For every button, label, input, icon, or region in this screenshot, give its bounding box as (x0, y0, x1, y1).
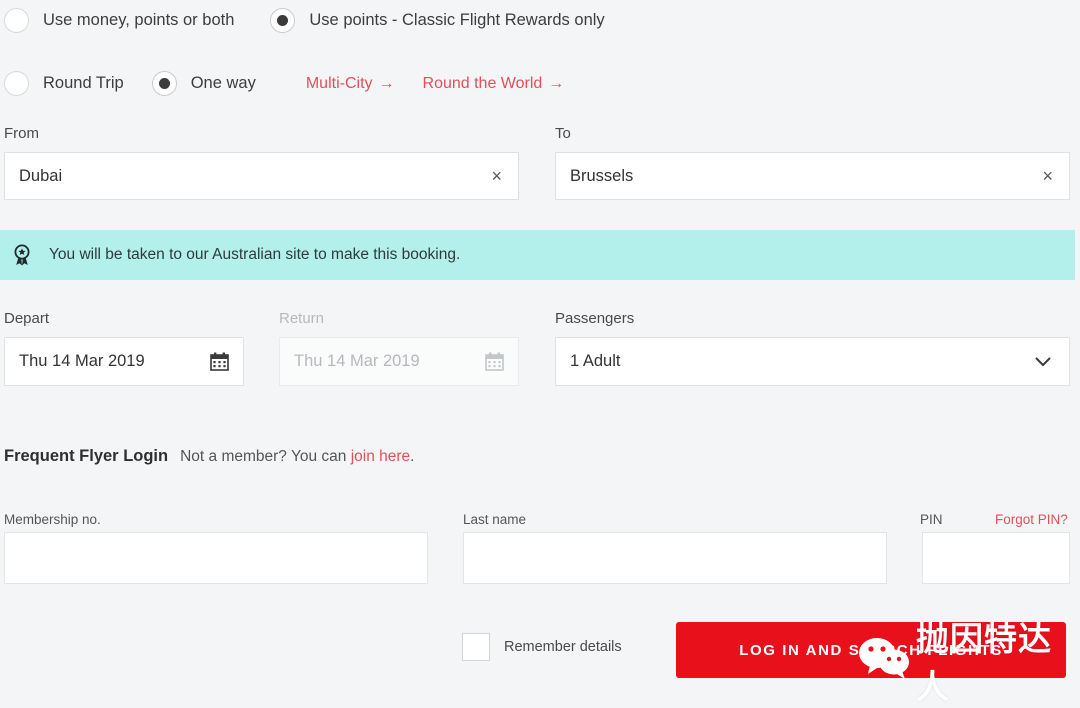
radio-circle-unselected[interactable] (4, 8, 29, 33)
radio-use-points-classic-only[interactable]: Use points - Classic Flight Rewards only (270, 8, 605, 33)
login-and-search-flights-button[interactable]: LOG IN AND SEARCH FLIGHTS (676, 622, 1066, 678)
return-label: Return (279, 310, 325, 327)
passengers-label: Passengers (555, 310, 635, 327)
chevron-down-icon[interactable] (1035, 357, 1069, 367)
from-field[interactable]: Dubai × (4, 152, 519, 200)
clear-icon[interactable]: × (1042, 167, 1069, 185)
remember-details-label: Remember details (504, 639, 622, 655)
arrow-right-icon: → (548, 74, 565, 92)
radio-circle-unselected[interactable] (4, 71, 29, 96)
join-here-link[interactable]: join here (351, 448, 410, 465)
pin-label: PIN (920, 512, 943, 527)
frequent-flyer-subtitle: Not a member? You can join here. (180, 448, 414, 466)
depart-field[interactable]: Thu 14 Mar 2019 (4, 337, 244, 386)
return-field: Thu 14 Mar 2019 (279, 337, 519, 386)
from-value[interactable]: Dubai (5, 167, 491, 186)
frequent-flyer-header: Frequent Flyer Login Not a member? You c… (4, 447, 414, 466)
radio-label: Round Trip (43, 74, 124, 92)
radio-use-money-points-or-both[interactable]: Use money, points or both (4, 8, 234, 33)
lastname-label: Last name (463, 512, 527, 527)
notice-message: You will be taken to our Australian site… (49, 246, 461, 263)
to-field[interactable]: Brussels × (555, 152, 1070, 200)
to-label: To (555, 125, 571, 142)
return-value: Thu 14 Mar 2019 (294, 352, 420, 370)
to-value[interactable]: Brussels (556, 167, 1042, 186)
link-label: Round the World (422, 74, 543, 92)
radio-label: Use money, points or both (43, 11, 235, 29)
radio-circle-selected[interactable] (151, 71, 177, 96)
pin-input[interactable] (922, 532, 1070, 584)
radio-label: One way (190, 74, 256, 92)
depart-value[interactable]: Thu 14 Mar 2019 (5, 352, 210, 371)
subtitle-period: . (410, 448, 415, 465)
subtitle-text: Not a member? You can (180, 448, 351, 465)
award-ribbon-icon (0, 244, 44, 266)
radio-label: Use points - Classic Flight Rewards only (309, 11, 605, 29)
trip-type-radio-group: Round Trip One way Multi-City → Round the… (4, 71, 564, 96)
from-label: From (4, 125, 39, 142)
flight-booking-form: Use money, points or both Use points - C… (0, 0, 1080, 706)
link-label: Multi-City (305, 74, 373, 92)
fare-type-radio-group: Use money, points or both Use points - C… (4, 8, 605, 33)
link-multi-city[interactable]: Multi-City → (306, 75, 395, 93)
radio-one-way[interactable]: One way (151, 71, 256, 96)
passengers-value: 1 Adult (570, 352, 621, 370)
membership-input[interactable] (4, 532, 428, 584)
forgot-pin-link[interactable]: Forgot PIN? (995, 512, 1068, 527)
passengers-select[interactable]: 1 Adult (555, 337, 1070, 386)
lastname-input[interactable] (463, 532, 887, 584)
calendar-icon[interactable] (210, 352, 243, 371)
frequent-flyer-title: Frequent Flyer Login (4, 447, 169, 465)
arrow-right-icon: → (378, 74, 395, 92)
clear-icon[interactable]: × (491, 167, 518, 185)
calendar-icon (485, 352, 518, 371)
remember-details-option[interactable]: Remember details (462, 633, 622, 661)
membership-label: Membership no. (4, 512, 101, 527)
radio-round-trip[interactable]: Round Trip (4, 71, 124, 96)
depart-label: Depart (4, 310, 50, 327)
link-round-the-world[interactable]: Round the World → (423, 75, 565, 93)
radio-circle-selected[interactable] (270, 8, 296, 33)
remember-details-checkbox[interactable] (462, 633, 490, 661)
site-redirect-notice: You will be taken to our Australian site… (0, 230, 1075, 280)
